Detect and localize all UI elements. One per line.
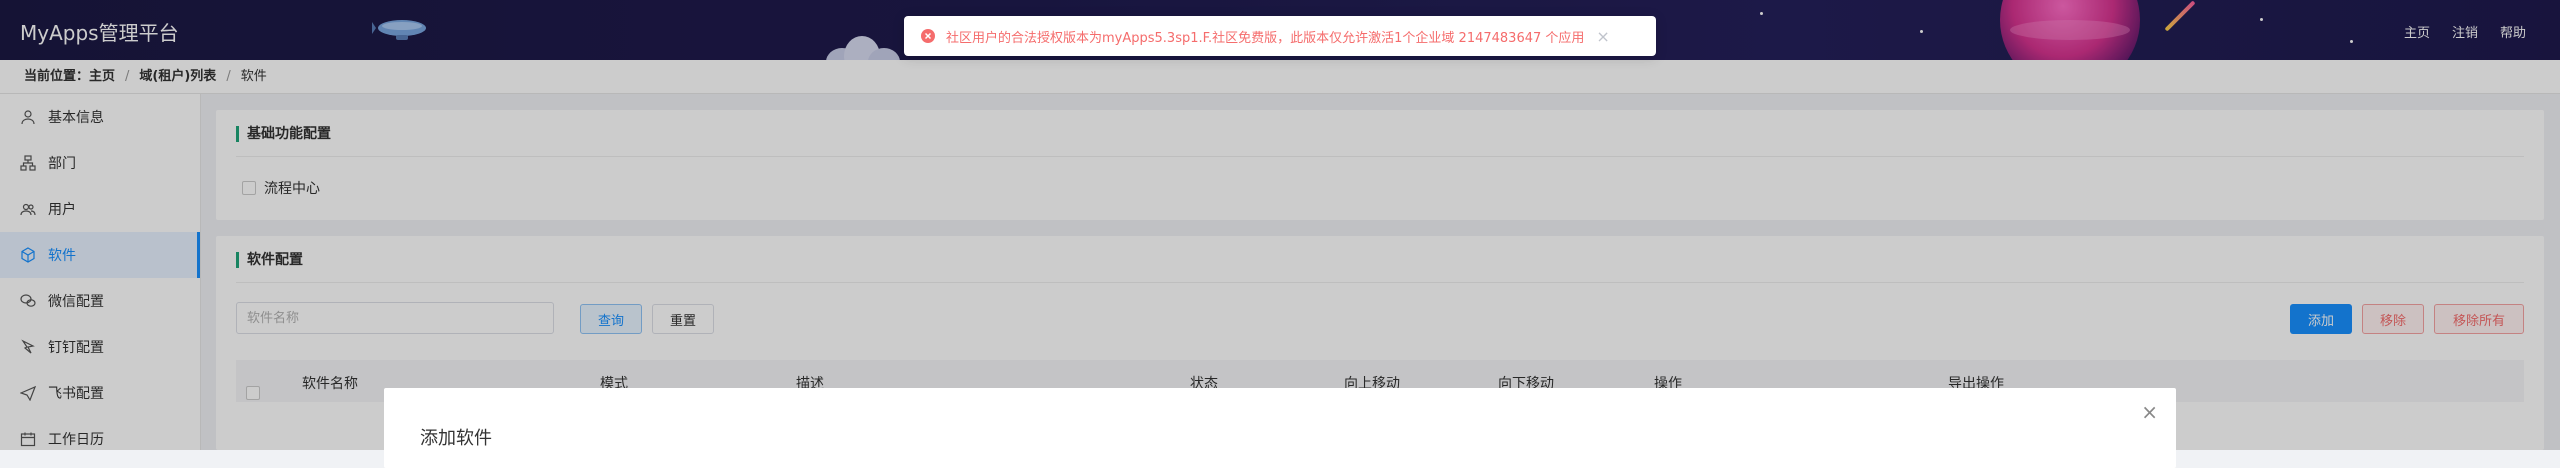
modal-overlay[interactable] (0, 0, 2560, 450)
close-icon[interactable]: × (2141, 402, 2158, 422)
toast-close-icon[interactable]: × (1596, 27, 1609, 46)
license-error-toast: 社区用户的合法授权版本为myApps5.3sp1.F.社区免费版，此版本仅允许激… (904, 16, 1656, 56)
dialog-title: 添加软件 (420, 428, 492, 449)
toast-message: 社区用户的合法授权版本为myApps5.3sp1.F.社区免费版，此版本仅允许激… (946, 30, 1585, 46)
error-circle-icon (921, 29, 935, 43)
add-software-dialog: 添加软件 × (384, 388, 2176, 468)
